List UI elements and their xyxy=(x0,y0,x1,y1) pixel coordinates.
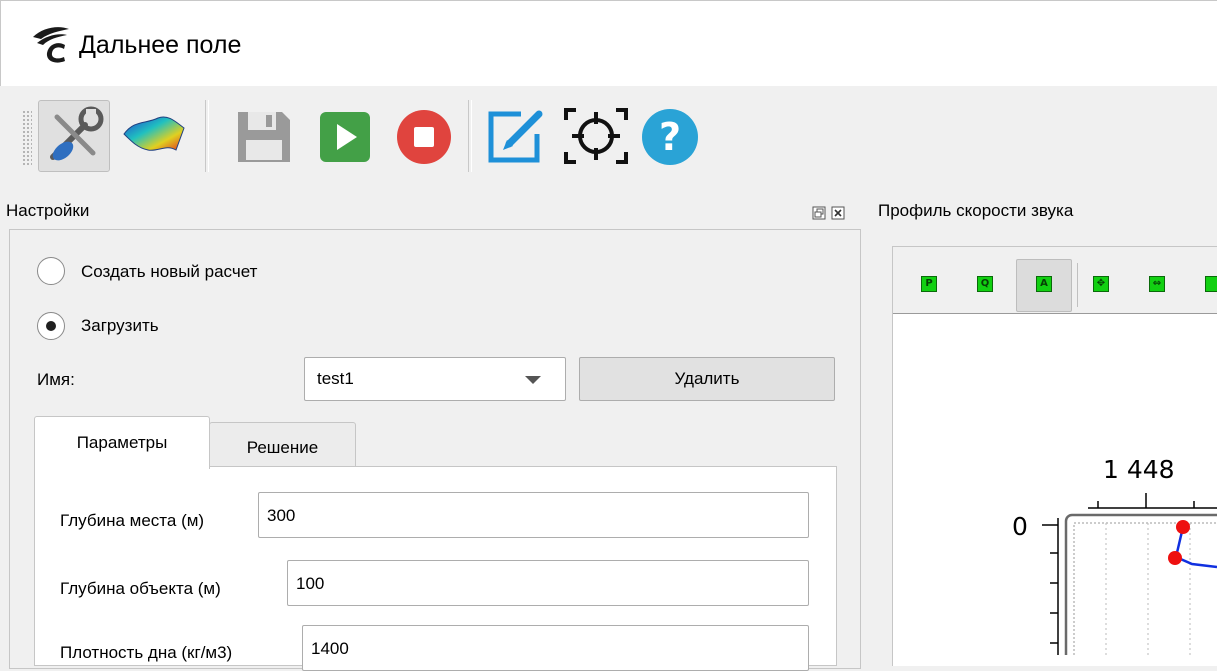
run-icon xyxy=(320,112,370,162)
depth-site-label: Глубина места (м) xyxy=(60,511,205,530)
target-icon xyxy=(564,108,628,164)
name-select[interactable]: test1 xyxy=(304,357,566,401)
profile-dock-title: Профиль скорости звука xyxy=(878,201,1074,220)
target-button[interactable] xyxy=(560,100,632,172)
sound-speed-plot[interactable] xyxy=(892,313,1217,655)
help-icon: ? xyxy=(642,109,698,165)
settings-tools-icon xyxy=(50,106,104,161)
stop-icon xyxy=(397,110,451,164)
radio-new-calculation-label[interactable]: Создать новый расчет xyxy=(81,262,257,282)
radio-new-calculation[interactable] xyxy=(37,257,65,285)
left-axis-tick-label: 0 xyxy=(1012,512,1028,541)
name-select-value: test1 xyxy=(317,369,354,388)
plot-pan-icon[interactable]: ✥ xyxy=(1093,276,1109,292)
plot-fit-icon[interactable] xyxy=(1205,276,1217,292)
help-button[interactable]: ? xyxy=(634,100,706,172)
main-toolbar: ? xyxy=(0,86,1217,186)
window-title: Дальнее поле xyxy=(79,31,242,59)
depth-site-value: 300 xyxy=(267,506,296,525)
depth-object-label: Глубина объекта (м) xyxy=(60,579,221,598)
bottom-density-field[interactable]: 1400 xyxy=(302,625,809,671)
plot-toolbar: P Q A ✥ ⇔ xyxy=(893,247,1217,314)
app-logo-icon xyxy=(33,27,69,63)
surface-plot-icon xyxy=(123,116,185,151)
depth-object-value: 100 xyxy=(296,574,325,593)
stop-button[interactable] xyxy=(388,100,460,172)
radio-checked-dot xyxy=(46,321,56,331)
toolbar-grip[interactable] xyxy=(22,110,32,166)
tab-params[interactable]: Параметры xyxy=(34,416,210,469)
save-button[interactable] xyxy=(228,100,300,172)
chevron-down-icon xyxy=(525,376,541,384)
toolbar-separator xyxy=(205,100,209,172)
dock-float-icon[interactable] xyxy=(812,206,826,220)
svg-text:?: ? xyxy=(659,115,681,159)
surface-plot-button[interactable] xyxy=(118,100,190,172)
radio-load[interactable] xyxy=(37,312,65,340)
plot-autoscale-icon: A xyxy=(1036,276,1052,292)
title-bar: Дальнее поле xyxy=(0,0,1217,86)
edit-icon xyxy=(488,110,543,163)
depth-object-field[interactable]: 100 xyxy=(287,560,809,606)
plot-pointer-icon[interactable]: P xyxy=(921,276,937,292)
bottom-density-value: 1400 xyxy=(311,639,349,658)
plot-zoom-fit-icon[interactable]: ⇔ xyxy=(1149,276,1165,292)
name-label: Имя: xyxy=(37,370,75,389)
bottom-density-label: Плотность дна (кг/м3) xyxy=(60,643,233,662)
run-button[interactable] xyxy=(310,100,382,172)
settings-tools-button[interactable] xyxy=(38,100,110,172)
edit-button[interactable] xyxy=(481,100,553,172)
plot-toolbar-separator xyxy=(1077,263,1078,307)
tab-solution[interactable]: Решение xyxy=(209,422,356,467)
depth-site-field[interactable]: 300 xyxy=(258,492,809,538)
toolbar-separator xyxy=(468,100,472,172)
dock-close-icon[interactable] xyxy=(831,206,845,220)
top-axis-tick-label: 1 448 xyxy=(1103,455,1175,484)
settings-dock-title: Настройки xyxy=(6,201,90,220)
save-icon xyxy=(238,112,290,162)
radio-load-label[interactable]: Загрузить xyxy=(81,316,159,336)
plot-zoom-icon[interactable]: Q xyxy=(977,276,993,292)
delete-button[interactable]: Удалить xyxy=(579,357,835,401)
plot-autoscale-button[interactable]: A xyxy=(1016,259,1072,312)
